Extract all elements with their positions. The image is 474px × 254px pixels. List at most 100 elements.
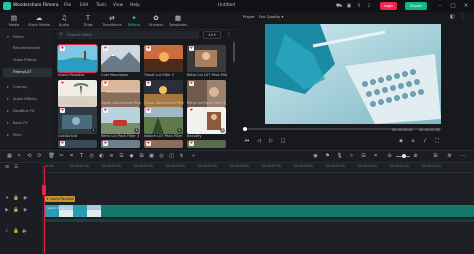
menu-help[interactable]: Help xyxy=(130,3,140,8)
effect-clip-island-paradise[interactable]: ✦ Island Paradise xyxy=(45,196,75,202)
upload-icon[interactable]: ⇪ xyxy=(356,3,362,9)
tab-titles[interactable]: T Titles xyxy=(77,12,99,30)
timeline-more-icon[interactable]: ⋯ xyxy=(460,153,467,160)
eye-icon[interactable]: ◉ xyxy=(22,208,28,214)
heart-icon[interactable]: ♥ xyxy=(189,108,194,113)
heart-icon[interactable]: ♥ xyxy=(189,81,194,86)
crop-icon[interactable]: ⌗ xyxy=(68,153,75,160)
motion-icon[interactable]: ↯ xyxy=(178,153,185,160)
audio-edit-icon[interactable]: ≋ xyxy=(108,153,115,160)
lock-icon[interactable]: 🔒 xyxy=(13,229,19,235)
settings-icon[interactable]: ⚙ xyxy=(446,153,453,160)
split-screen-icon[interactable]: ◫ xyxy=(168,153,175,160)
previous-frame-icon[interactable]: ⏮ xyxy=(244,138,250,144)
tab-effects[interactable]: ✦ Effects xyxy=(123,12,145,30)
add-track-icon[interactable]: ⊞ xyxy=(4,165,10,171)
delete-icon[interactable]: 🗑 xyxy=(48,153,55,160)
sidebar-item-video-effects[interactable]: Video Effects xyxy=(3,56,52,65)
heart-icon[interactable]: ♥ xyxy=(189,141,194,146)
heart-icon[interactable]: ♥ xyxy=(103,46,108,51)
video-clip[interactable] xyxy=(45,205,474,217)
download-icon[interactable]: ↓ xyxy=(91,128,96,133)
heart-icon[interactable]: ♥ xyxy=(189,46,194,51)
select-icon[interactable]: ↖ xyxy=(16,153,23,160)
speaker-icon[interactable]: 🔈 xyxy=(22,229,28,235)
tab-stickers[interactable]: ✿ Stickers xyxy=(145,12,167,30)
cut-icon[interactable]: ✂ xyxy=(58,153,65,160)
gift-icon[interactable]: ▣ xyxy=(346,3,352,9)
link-icon[interactable]: ⚭ xyxy=(372,153,379,160)
maximize-icon[interactable]: □ xyxy=(449,2,457,10)
sidebar-item-boris-fx[interactable]: ▸ Boris FX xyxy=(3,119,52,128)
render-icon[interactable]: ◈ xyxy=(398,138,404,144)
heart-icon[interactable]: ♥ xyxy=(146,46,151,51)
fullscreen-icon[interactable]: ⛶ xyxy=(434,138,440,144)
filter-dropdown[interactable]: All ▾ xyxy=(203,31,221,39)
eye-icon[interactable]: ◉ xyxy=(22,196,28,202)
marker-icon[interactable]: ⚑ xyxy=(324,153,331,160)
layout-icon[interactable]: ▦ xyxy=(6,153,13,160)
grid-view-icon[interactable]: ⊞ xyxy=(432,153,439,160)
stop-icon[interactable]: □ xyxy=(280,138,286,144)
audio-waveform[interactable] xyxy=(45,219,474,222)
tab-media[interactable]: ▤ Media xyxy=(3,12,25,30)
heart-icon[interactable]: ♥ xyxy=(103,141,108,146)
green-screen-icon[interactable]: ▣ xyxy=(148,153,155,160)
download-icon[interactable]: ↓ xyxy=(177,128,182,133)
more-icon[interactable]: ⋮ xyxy=(460,14,466,20)
close-icon[interactable]: ✕ xyxy=(462,2,470,10)
sidebar-item-filters[interactable]: ▾ Filters xyxy=(3,33,52,42)
playback-scrubber[interactable] xyxy=(243,127,247,131)
heart-icon[interactable]: ♥ xyxy=(103,81,108,86)
tab-templates[interactable]: ▦ Templates xyxy=(167,12,189,30)
heart-icon[interactable]: ♥ xyxy=(146,141,151,146)
heart-icon[interactable]: ♥ xyxy=(60,46,65,51)
volume-icon[interactable]: ♪ xyxy=(422,138,428,144)
library-scrollbar[interactable] xyxy=(233,42,235,62)
lock-icon[interactable]: 🔒 xyxy=(13,196,19,202)
sidebar-item-overlay[interactable]: ▸ Overlay xyxy=(3,83,52,92)
lock-icon[interactable]: 🔒 xyxy=(13,208,19,214)
menu-edit[interactable]: Edit xyxy=(80,3,88,8)
menu-file[interactable]: File xyxy=(64,3,71,8)
speed-icon[interactable]: ◷ xyxy=(88,153,95,160)
login-button[interactable]: Login xyxy=(380,2,397,10)
export-button[interactable]: Export xyxy=(405,2,427,10)
stabilize-icon[interactable]: ⊞ xyxy=(138,153,145,160)
menu-tools[interactable]: Tools xyxy=(96,3,107,8)
sidebar-item-mine[interactable]: ▸ Mine xyxy=(3,131,52,140)
zoom-in-icon[interactable]: ⊕ xyxy=(412,153,419,160)
playhead-handle[interactable] xyxy=(42,185,46,195)
color-icon[interactable]: ◐ xyxy=(98,153,105,160)
zoom-slider-handle[interactable] xyxy=(402,154,406,158)
zoom-out-icon[interactable]: ⊖ xyxy=(386,153,393,160)
more-tools-icon[interactable]: » xyxy=(190,153,197,160)
sidebar-item-audio-effects[interactable]: ▸ Audio Effects xyxy=(3,95,52,104)
search-input[interactable]: ⌕ Search filters xyxy=(57,31,199,39)
download-icon[interactable]: ↓ xyxy=(134,128,139,133)
tab-stock-media[interactable]: ☁ Stock Media xyxy=(28,12,50,30)
playhead[interactable] xyxy=(44,166,45,254)
snapshot-camera-icon[interactable]: ⌂ xyxy=(410,138,416,144)
bell-icon[interactable]: ♪ xyxy=(366,3,372,9)
step-back-icon[interactable]: ◁ xyxy=(256,138,262,144)
redo-icon[interactable]: ⟳ xyxy=(36,153,43,160)
tab-transitions[interactable]: ⇄ Transitions xyxy=(101,12,123,30)
quality-dropdown[interactable]: Full Quality ▾ xyxy=(259,14,283,19)
tab-audio[interactable]: ♫ Audio xyxy=(53,12,75,30)
undo-icon[interactable]: ⟲ xyxy=(26,153,33,160)
sidebar-item-filters-lut[interactable]: Filters/LUT xyxy=(3,68,52,77)
heart-icon[interactable]: ♥ xyxy=(60,81,65,86)
heart-icon[interactable]: ♥ xyxy=(146,81,151,86)
keyframe-icon[interactable]: ◆ xyxy=(128,153,135,160)
mask-icon[interactable]: ◎ xyxy=(158,153,165,160)
play-icon[interactable]: ▷ xyxy=(268,138,274,144)
render-preview-icon[interactable]: ◉ xyxy=(312,153,319,160)
download-icon[interactable]: ↓ xyxy=(220,128,225,133)
heart-icon[interactable]: ♥ xyxy=(103,108,108,113)
heart-icon[interactable]: ♥ xyxy=(60,108,65,113)
heart-icon[interactable]: ♥ xyxy=(60,141,65,146)
voiceover-icon[interactable]: 🎙 xyxy=(336,153,343,160)
minimize-icon[interactable]: – xyxy=(436,2,444,10)
cart-icon[interactable]: ⛟ xyxy=(336,3,342,9)
